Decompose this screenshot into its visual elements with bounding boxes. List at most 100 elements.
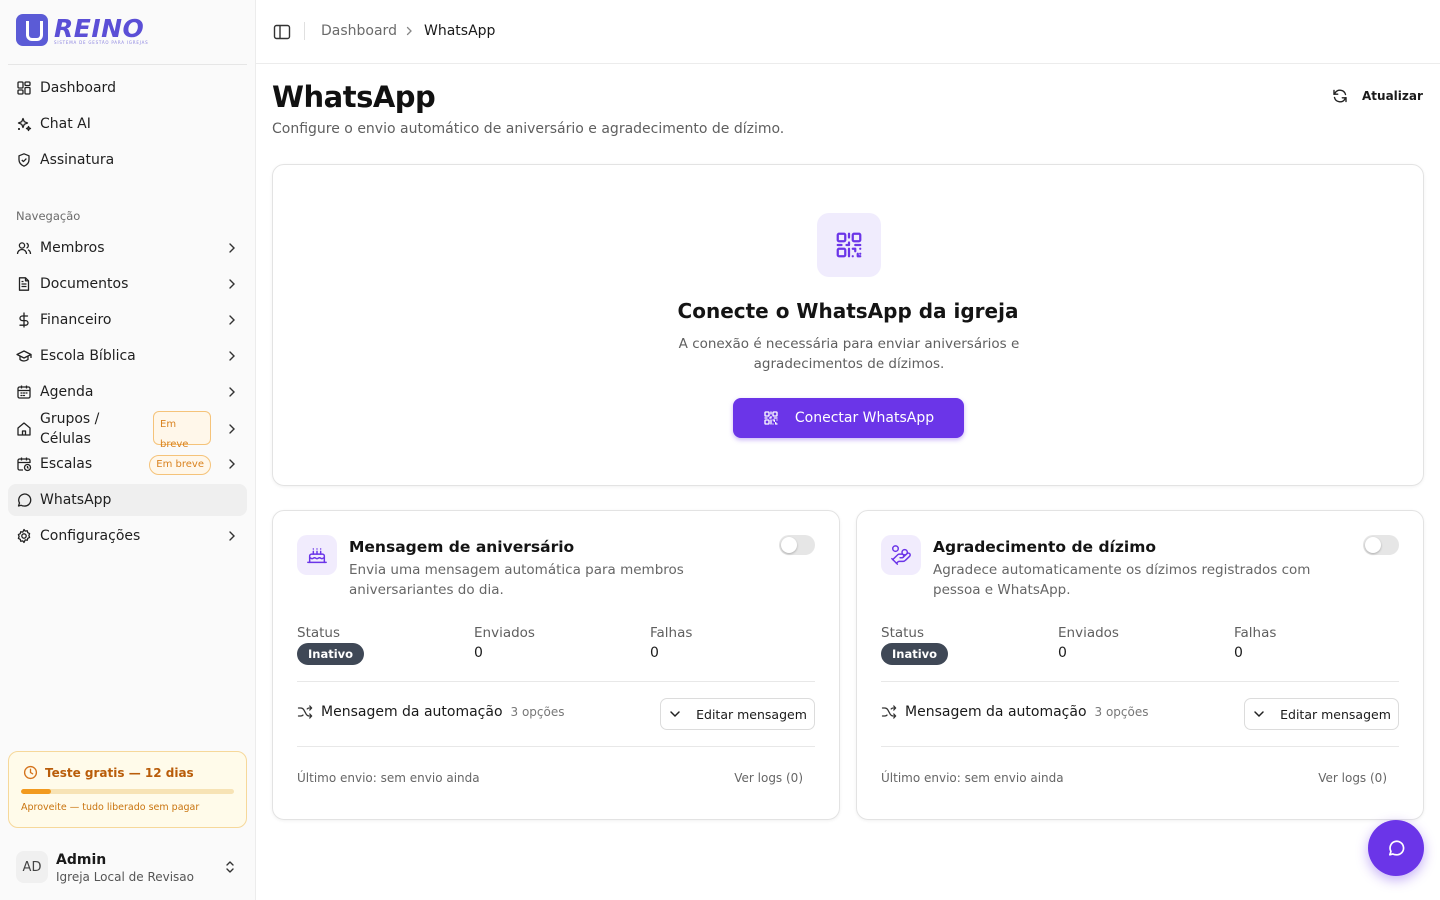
sidebar-item-label: Grupos / Células: [40, 411, 100, 447]
view-logs-link[interactable]: Ver logs (0): [1318, 771, 1387, 785]
view-logs-link[interactable]: Ver logs (0): [734, 771, 803, 785]
sidebar-item-assinatura[interactable]: Assinatura: [8, 144, 247, 176]
hand-coins-icon: [891, 545, 911, 565]
sent-label: Enviados: [1058, 625, 1119, 641]
refresh-icon: [1333, 89, 1347, 103]
connect-title: Conecte o WhatsApp da igreja: [677, 299, 1019, 323]
document-icon: [18, 277, 30, 291]
cake-icon: [307, 548, 327, 564]
shield-check-icon: [18, 153, 30, 167]
automation-message-row: Mensagem da automação 3 opções: [297, 704, 565, 720]
sidebar-item-agenda[interactable]: Agenda: [8, 376, 247, 408]
sparkles-icon: [17, 117, 32, 132]
edit-message-button[interactable]: Editar mensagem: [660, 698, 815, 730]
sidebar-item-configuracoes[interactable]: Configurações: [8, 520, 247, 552]
user-organization: Igreja Local de Revisao: [56, 870, 195, 884]
calendar-icon: [17, 385, 31, 399]
hand-coins-icon-tile: [881, 535, 921, 575]
card-divider: [297, 681, 815, 682]
automation-description: Envia uma mensagem automática para membr…: [349, 562, 684, 598]
automation-title: Agradecimento de dízimo: [933, 538, 1157, 556]
chevron-right-icon: [229, 315, 235, 325]
card-divider: [881, 681, 1399, 682]
sidebar-toggle-icon[interactable]: [272, 22, 292, 42]
dollar-icon: [19, 312, 29, 328]
chevron-right-icon: [229, 459, 235, 469]
page-subtitle: Configure o envio automático de aniversá…: [272, 121, 785, 137]
sidebar-item-grupos-celulas[interactable]: Grupos / Células Em breve: [8, 409, 247, 450]
fail-label: Falhas: [1234, 625, 1277, 641]
user-menu[interactable]: AD Admin Igreja Local de Revisao: [8, 844, 247, 892]
automation-toggle[interactable]: [1363, 535, 1399, 555]
chevron-right-icon: [229, 531, 235, 541]
status-badge: Inativo: [297, 643, 365, 665]
sidebar: REINO SISTEMA DE GESTÃO PARA IGREJAS Das…: [0, 0, 256, 900]
qr-code-icon: [764, 411, 778, 425]
home-icon: [17, 422, 31, 436]
connect-whatsapp-card: Conecte o WhatsApp da igreja A conexão é…: [272, 164, 1424, 486]
chevron-down-icon: [1254, 711, 1264, 718]
breadcrumb-current: WhatsApp: [424, 23, 496, 39]
fail-count: 0: [650, 645, 659, 661]
sidebar-item-dashboard[interactable]: Dashboard: [8, 72, 247, 104]
graduation-cap-icon: [16, 350, 32, 362]
card-divider: [297, 746, 815, 747]
last-send-text: Último envio: sem envio ainda: [881, 771, 1064, 785]
calendar-clock-icon: [17, 457, 32, 472]
shuffle-icon: [881, 705, 897, 719]
edit-message-label: Editar mensagem: [696, 706, 807, 722]
clock-icon: [23, 765, 38, 780]
sidebar-item-label: Chat AI: [40, 116, 91, 132]
fail-count: 0: [1234, 645, 1243, 661]
automation-title: Mensagem de aniversário: [349, 538, 575, 556]
sidebar-item-label: Assinatura: [40, 152, 115, 168]
fail-label: Falhas: [650, 625, 693, 641]
breadcrumb-parent[interactable]: Dashboard: [321, 22, 397, 40]
sidebar-item-label: Documentos: [40, 276, 129, 292]
refresh-button[interactable]: Atualizar: [1322, 82, 1426, 110]
connect-whatsapp-button[interactable]: Conectar WhatsApp: [733, 398, 964, 438]
chat-support-button[interactable]: [1368, 820, 1424, 876]
trial-banner[interactable]: Teste gratis — 12 dias Aproveite — tudo …: [8, 751, 247, 828]
chevron-right-icon: [229, 243, 235, 253]
sidebar-divider: [8, 64, 247, 65]
sent-count: 0: [1058, 645, 1067, 661]
sidebar-item-label: Membros: [40, 240, 105, 256]
sidebar-item-membros[interactable]: Membros: [8, 232, 247, 264]
automation-description: Agradece automaticamente os dízimos regi…: [933, 562, 1311, 598]
automation-toggle[interactable]: [779, 535, 815, 555]
avatar: AD: [16, 851, 48, 883]
brand-logo[interactable]: REINO SISTEMA DE GESTÃO PARA IGREJAS: [16, 14, 148, 46]
chevron-right-icon: [229, 279, 235, 289]
nav-section-label: Navegação: [16, 209, 81, 223]
dashboard-grid-icon: [17, 81, 31, 95]
qr-code-icon: [836, 232, 862, 258]
birthday-automation-card: Mensagem de aniversário Envia uma mensag…: [272, 510, 840, 820]
qr-code-tile: [817, 213, 881, 277]
coming-soon-badge: Em breve: [149, 455, 211, 475]
sidebar-item-escalas[interactable]: Escalas Em breve: [8, 448, 247, 480]
edit-message-button[interactable]: Editar mensagem: [1244, 698, 1399, 730]
tithe-automation-card: Agradecimento de dízimo Agradece automat…: [856, 510, 1424, 820]
trial-title: Teste gratis — 12 dias: [45, 766, 194, 780]
user-name: Admin: [56, 852, 107, 868]
sidebar-item-financeiro[interactable]: Financeiro: [8, 304, 247, 336]
edit-message-label: Editar mensagem: [1280, 706, 1391, 722]
page-title: WhatsApp: [272, 80, 436, 114]
sent-count: 0: [474, 645, 483, 661]
trial-progress-fill: [21, 789, 51, 794]
message-options-count: 3 opções: [510, 705, 565, 719]
users-icon: [16, 242, 32, 255]
sidebar-item-label: Configurações: [40, 528, 141, 544]
brand-name: REINO: [54, 13, 145, 43]
sidebar-item-label: Escalas: [40, 456, 93, 472]
sidebar-item-chat-ai[interactable]: Chat AI: [8, 108, 247, 140]
sidebar-item-documentos[interactable]: Documentos: [8, 268, 247, 300]
settings-icon: [17, 528, 31, 544]
message-circle-icon: [1388, 840, 1405, 856]
sidebar-item-whatsapp[interactable]: WhatsApp: [8, 484, 247, 516]
refresh-label: Atualizar: [1362, 89, 1423, 103]
sidebar-item-escola-biblica[interactable]: Escola Bíblica: [8, 340, 247, 372]
coming-soon-badge: Em breve: [153, 411, 211, 450]
sidebar-item-label: Dashboard: [40, 80, 116, 96]
